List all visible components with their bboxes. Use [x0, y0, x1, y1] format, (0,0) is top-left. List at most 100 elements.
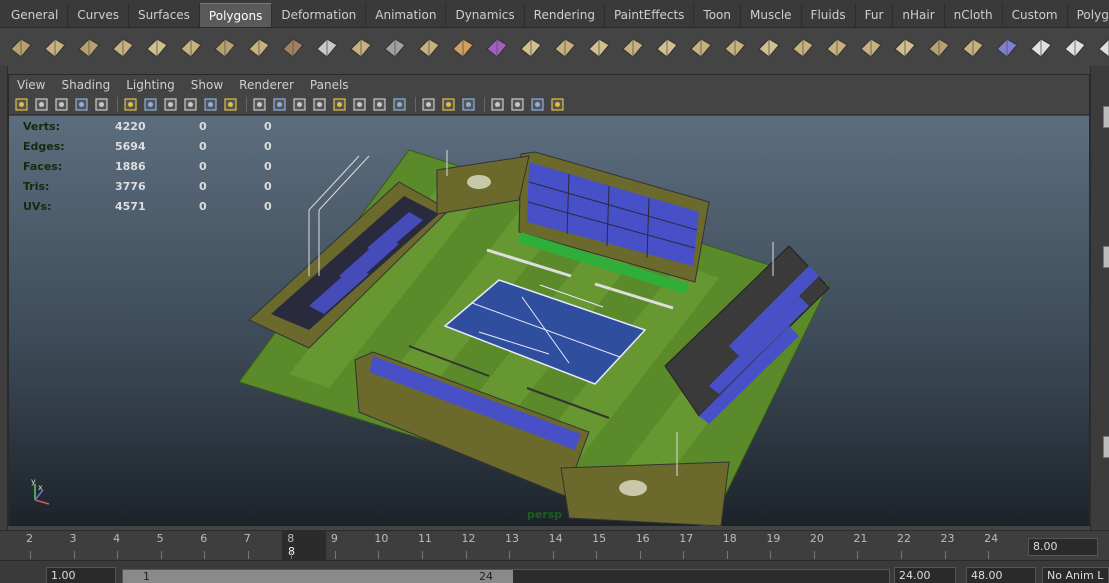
shelf-tab-general[interactable]: General	[2, 3, 69, 27]
fill-hole-icon[interactable]	[686, 32, 716, 62]
camera-attributes-icon[interactable]	[33, 96, 50, 113]
cube-icon[interactable]	[40, 32, 70, 62]
high-quality-icon[interactable]	[391, 96, 408, 113]
extrude-icon[interactable]	[924, 32, 954, 62]
make-hole-icon[interactable]	[720, 32, 750, 62]
append-polygon-icon[interactable]	[788, 32, 818, 62]
panel-menu-renderer[interactable]: Renderer	[239, 78, 294, 92]
sphere-icon[interactable]	[6, 32, 36, 62]
right-strip-button-3[interactable]	[1103, 436, 1109, 458]
reduce-icon[interactable]	[550, 32, 580, 62]
wireframe-on-shaded-icon[interactable]	[311, 96, 328, 113]
cylinder-icon[interactable]	[74, 32, 104, 62]
panel-menu-shading[interactable]: Shading	[61, 78, 110, 92]
soccer-ball-icon[interactable]	[312, 32, 342, 62]
torus-icon[interactable]	[176, 32, 206, 62]
two-side-lighting-icon[interactable]	[509, 96, 526, 113]
smooth-shade-icon[interactable]	[271, 96, 288, 113]
xray-icon[interactable]	[440, 96, 457, 113]
xray-joints-icon[interactable]	[460, 96, 477, 113]
wireframe-icon[interactable]	[251, 96, 268, 113]
shelf-tab-fur[interactable]: Fur	[856, 3, 894, 27]
shelf-tab-deformation[interactable]: Deformation	[272, 3, 367, 27]
shelf-tab-ncloth[interactable]: nCloth	[945, 3, 1003, 27]
hud-v2: 0	[199, 199, 207, 213]
gate-mask-icon[interactable]	[162, 96, 179, 113]
panel-menu-view[interactable]: View	[17, 78, 45, 92]
shelf-tab-polygons[interactable]: Polygons	[199, 3, 273, 27]
shelf-tab-nhair[interactable]: nHair	[893, 3, 945, 27]
use-all-lights-icon[interactable]	[351, 96, 368, 113]
bevel-icon[interactable]	[992, 32, 1022, 62]
uv-cylindrical-icon[interactable]	[1094, 32, 1109, 62]
quadrangulate-icon[interactable]	[652, 32, 682, 62]
field-chart-icon[interactable]	[182, 96, 199, 113]
select-camera-icon[interactable]	[13, 96, 30, 113]
frame-tick-label: 16	[635, 532, 650, 545]
booleans-icon[interactable]	[482, 32, 512, 62]
3d-viewport[interactable]: Verts: 4220 0 0 Edges: 5694 0 0 Faces: 1886 0 0 Tris…	[9, 116, 1089, 526]
uv-planar-icon[interactable]	[1060, 32, 1090, 62]
shelf-tab-polygonsa08032[interactable]: Polygonsa08032	[1068, 3, 1109, 27]
anim-end-field[interactable]: 48.00	[966, 567, 1036, 583]
right-strip-button-1[interactable]	[1103, 106, 1109, 128]
platonic-icon[interactable]	[346, 32, 376, 62]
shelf-tab-surfaces[interactable]: Surfaces	[129, 3, 200, 27]
range-end-label: 24	[479, 570, 493, 583]
triangulate-icon[interactable]	[618, 32, 648, 62]
shelf-tab-fluids[interactable]: Fluids	[802, 3, 856, 27]
resolution-gate-icon[interactable]	[142, 96, 159, 113]
bookmarks-icon[interactable]	[53, 96, 70, 113]
create-polygon-icon[interactable]	[754, 32, 784, 62]
prism-icon[interactable]	[210, 32, 240, 62]
right-strip-button-2[interactable]	[1103, 246, 1109, 268]
shelf-tab-painteffects[interactable]: PaintEffects	[605, 3, 695, 27]
ambient-occlusion-icon[interactable]	[420, 96, 437, 113]
range-bar[interactable]: 1 24	[122, 569, 890, 583]
safe-action-icon[interactable]	[202, 96, 219, 113]
flat-shade-icon[interactable]	[291, 96, 308, 113]
textured-icon[interactable]	[331, 96, 348, 113]
panel-menu-show[interactable]: Show	[191, 78, 223, 92]
insert-edge-loop-icon[interactable]	[856, 32, 886, 62]
panel-menu-panels[interactable]: Panels	[310, 78, 349, 92]
separate-icon[interactable]	[414, 32, 444, 62]
panel-menu-lighting[interactable]: Lighting	[126, 78, 175, 92]
shelf-tab-curves[interactable]: Curves	[68, 3, 129, 27]
cleanup-icon[interactable]	[584, 32, 614, 62]
split-polygon-icon[interactable]	[822, 32, 852, 62]
shelf-tab-muscle[interactable]: Muscle	[741, 3, 802, 27]
time-slider[interactable]: 8 23456789101112131415161718192021222324…	[0, 530, 1109, 561]
shadows-icon[interactable]	[371, 96, 388, 113]
image-plane-icon[interactable]	[73, 96, 90, 113]
smooth-icon[interactable]	[516, 32, 546, 62]
extract-icon[interactable]	[448, 32, 478, 62]
shelf-tab-dynamics[interactable]: Dynamics	[446, 3, 525, 27]
current-time-field[interactable]: 8.00	[1028, 538, 1098, 556]
end-time-field[interactable]: 24.00	[894, 567, 956, 583]
start-time-field[interactable]: 1.00	[46, 567, 116, 583]
grid-icon[interactable]	[93, 96, 110, 113]
range-handle[interactable]: 1 24	[123, 570, 513, 583]
toggle-shade-icon[interactable]	[549, 96, 566, 113]
show-grid-icon[interactable]	[529, 96, 546, 113]
merge-icon[interactable]	[1026, 32, 1056, 62]
shelf-tab-custom[interactable]: Custom	[1003, 3, 1068, 27]
shelf-tab-toon[interactable]: Toon	[694, 3, 742, 27]
safe-title-icon[interactable]	[222, 96, 239, 113]
frame-tick	[857, 551, 859, 559]
anim-layer-menu[interactable]: No Anim L	[1042, 567, 1109, 583]
isolate-select-icon[interactable]	[489, 96, 506, 113]
offset-edge-loop-icon[interactable]	[890, 32, 920, 62]
plane-icon[interactable]	[142, 32, 172, 62]
frame-tick-label: 7	[243, 532, 251, 545]
shelf-tab-rendering[interactable]: Rendering	[525, 3, 605, 27]
bridge-icon[interactable]	[958, 32, 988, 62]
pipe-icon[interactable]	[244, 32, 274, 62]
frame-tick	[421, 551, 423, 559]
shelf-tab-animation[interactable]: Animation	[366, 3, 447, 27]
combine-icon[interactable]	[380, 32, 410, 62]
helix-icon[interactable]	[278, 32, 308, 62]
film-gate-icon[interactable]	[122, 96, 139, 113]
cone-icon[interactable]	[108, 32, 138, 62]
